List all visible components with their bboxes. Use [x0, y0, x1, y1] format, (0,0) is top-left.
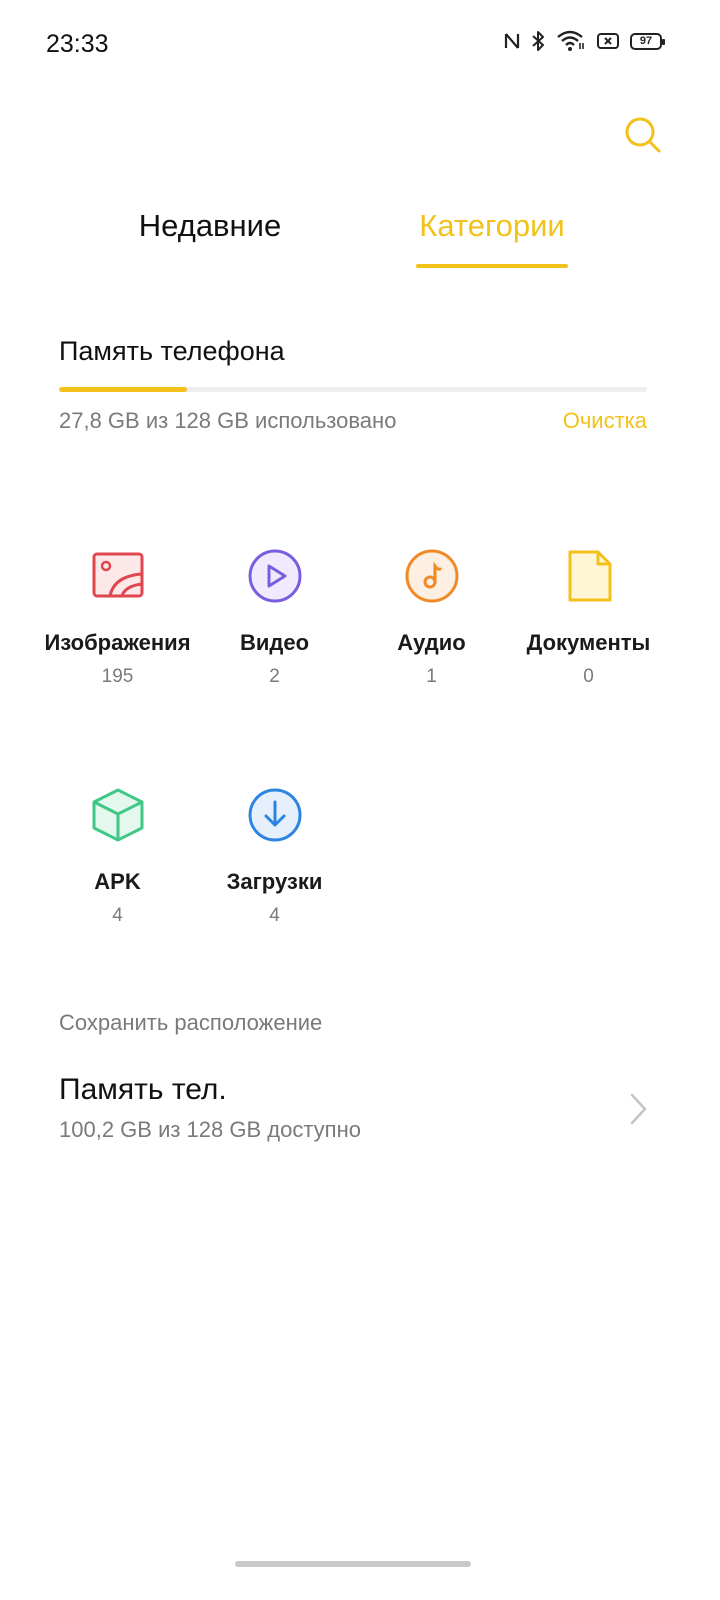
category-label: Документы [526, 630, 651, 655]
document-icon [568, 550, 611, 602]
category-apk[interactable]: APK 4 [39, 787, 196, 930]
save-location-section-label: Сохранить расположение [59, 1010, 323, 1035]
status-icons: 97 [504, 30, 665, 52]
status-time: 23:33 [46, 30, 109, 58]
category-downloads[interactable]: Загрузки 4 [196, 787, 353, 930]
category-label: APK [94, 869, 141, 894]
download-icon [248, 788, 301, 842]
save-location-title: Память тел. [59, 1073, 227, 1106]
storage-usage-text: 27,8 GB из 128 GB использовано [59, 408, 397, 433]
save-location-subtitle: 100,2 GB из 128 GB доступно [59, 1117, 361, 1142]
category-count: 0 [583, 666, 594, 687]
bluetooth-icon [532, 31, 544, 51]
category-count: 1 [426, 666, 437, 687]
category-label: Загрузки [226, 869, 323, 894]
category-audio[interactable]: Аудио 1 [353, 548, 510, 691]
tab-recent[interactable]: Недавние [110, 208, 310, 244]
category-label: Изображения [44, 630, 191, 655]
category-count: 4 [269, 905, 280, 926]
category-count: 4 [112, 905, 123, 926]
category-count: 2 [269, 666, 280, 687]
image-icon [92, 552, 143, 598]
sim-error-icon [597, 33, 619, 49]
tab-bar: Недавние Категории [0, 200, 720, 280]
file-manager-screen: 23:33 97 Недавние Категории Память телеф… [0, 0, 720, 1600]
battery-icon: 97 [630, 32, 665, 50]
category-label: Аудио [397, 630, 466, 655]
search-button[interactable] [622, 114, 664, 156]
audio-icon [405, 549, 458, 603]
status-bar: 23:33 97 [0, 0, 720, 90]
wifi-icon [557, 30, 584, 51]
category-documents[interactable]: Документы 0 [510, 548, 667, 691]
clean-button[interactable]: Очистка [563, 408, 647, 434]
apk-icon [92, 788, 143, 842]
tab-categories[interactable]: Категории [392, 208, 592, 244]
search-icon [625, 117, 661, 153]
category-label: Видео [239, 630, 310, 655]
storage-title: Память телефона [59, 336, 285, 366]
save-location-phone-storage[interactable]: Память тел. 100,2 GB из 128 GB доступно [0, 1065, 720, 1155]
video-icon [248, 549, 301, 603]
storage-progress-bar [59, 387, 647, 392]
storage-progress-fill [59, 387, 187, 392]
category-video[interactable]: Видео 2 [196, 548, 353, 691]
nfc-icon [504, 33, 520, 49]
active-tab-indicator [416, 264, 568, 268]
category-count: 195 [101, 666, 134, 687]
home-indicator[interactable] [235, 1561, 471, 1567]
battery-level: 97 [639, 34, 653, 47]
category-images[interactable]: Изображения 195 [39, 548, 196, 691]
chevron-right-icon [630, 1093, 647, 1125]
